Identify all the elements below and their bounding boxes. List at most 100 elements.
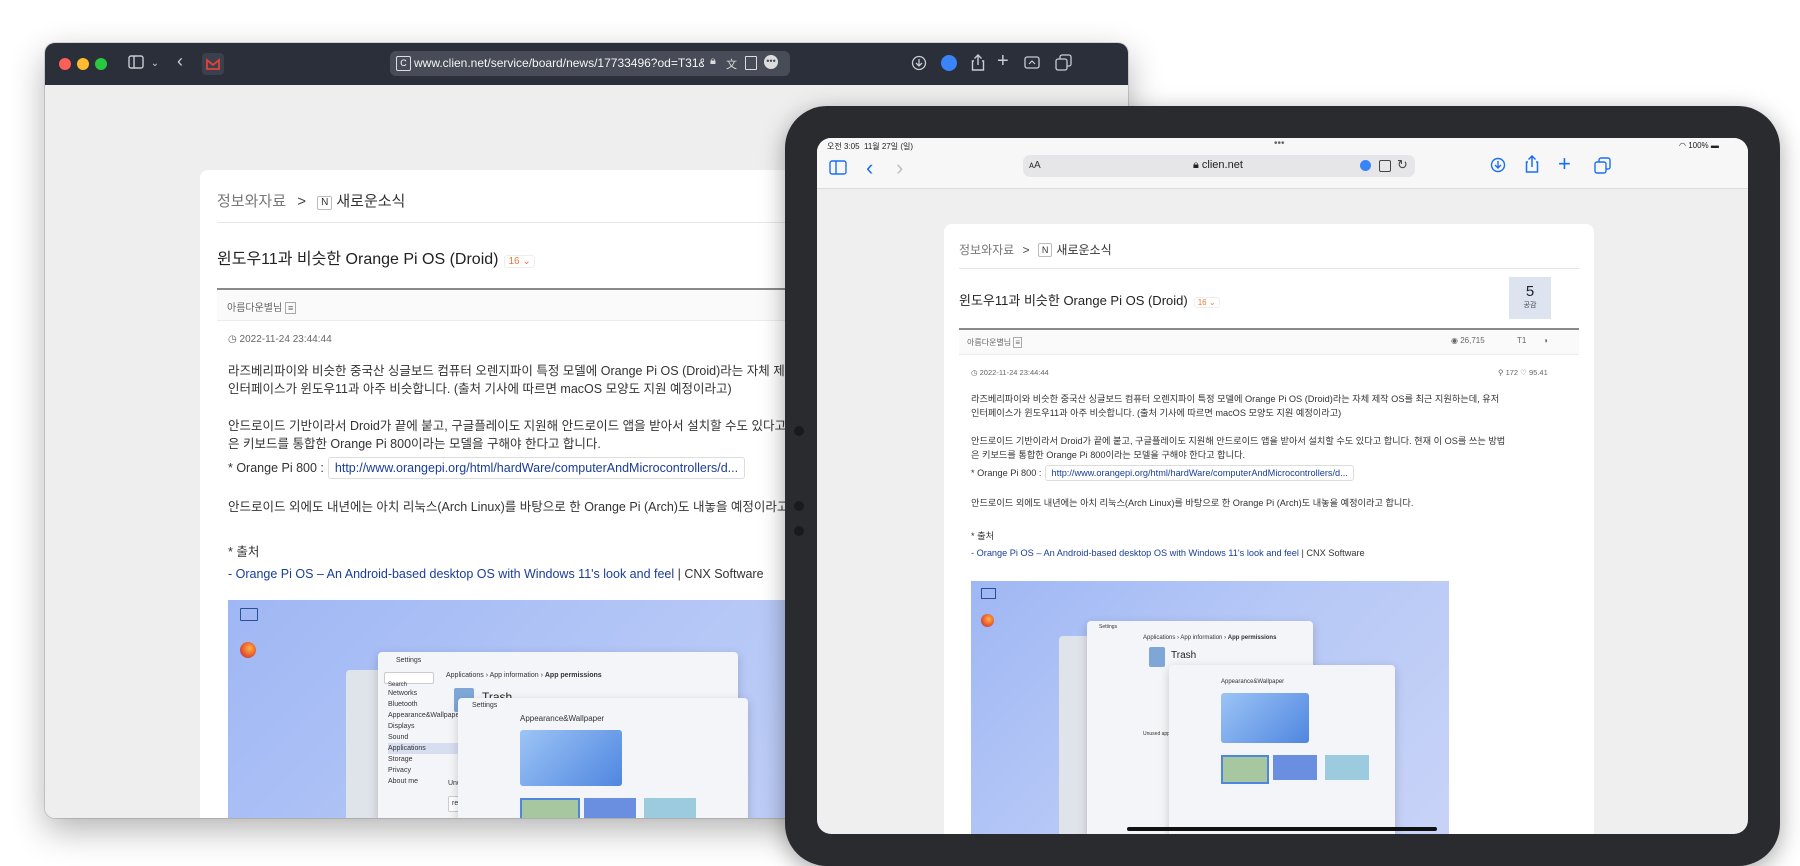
author-name[interactable]: 아름다운별님 ≡ xyxy=(227,299,297,314)
ipad-download-icon[interactable] xyxy=(1490,157,1506,178)
zoom-window-button[interactable] xyxy=(95,58,107,70)
site-favicon-icon: C xyxy=(396,56,411,71)
monitor-icon xyxy=(240,608,258,621)
ipad-share-icon[interactable] xyxy=(1525,154,1539,178)
ipad-sidebar-icon[interactable] xyxy=(829,160,847,180)
post-date-text: 2022-11-24 23:44:44 xyxy=(239,334,332,345)
contrast-icon[interactable]: ◑ xyxy=(1543,336,1548,345)
close-window-button[interactable] xyxy=(59,58,71,70)
battery-text: 100% xyxy=(1688,141,1709,150)
share-icon[interactable] xyxy=(971,54,985,75)
ipad-source-suffix: | CNX Software xyxy=(1298,548,1365,558)
like-count: 5 xyxy=(1525,283,1535,300)
source-label: * 출처 xyxy=(228,545,260,559)
screen-icon[interactable] xyxy=(1024,56,1040,73)
translate-icon[interactable]: 文 xyxy=(726,56,737,72)
ip-info-text: 172 ♡ 95.41 xyxy=(1505,368,1548,377)
back-icon[interactable]: ‹ xyxy=(173,52,187,70)
ipad-wallpaper-thumb-1[interactable] xyxy=(1221,755,1269,784)
nav-displays[interactable]: Displays xyxy=(388,721,462,732)
article-title: 윈도우11과 비슷한 Orange Pi OS (Droid) 16 ⌄ xyxy=(217,245,535,269)
breadcrumb-root[interactable]: 정보와자료 xyxy=(217,193,286,210)
ipad-settings-title: Settings xyxy=(1099,624,1118,630)
settings-window-title: Settings xyxy=(396,657,422,664)
lock-icon: 🔒︎ xyxy=(710,55,716,67)
nav-privacy[interactable]: Privacy xyxy=(388,765,462,776)
new-tab-icon[interactable]: + xyxy=(997,51,1009,71)
ipad-breadcrumb-sep: > xyxy=(1022,243,1030,257)
comment-count-badge[interactable]: 16 ⌄ xyxy=(504,255,535,268)
status-battery: ◠ 100% ▬ xyxy=(1679,141,1719,150)
view-count-text: 26,715 xyxy=(1460,336,1485,345)
nav-bluetooth[interactable]: Bluetooth xyxy=(388,699,462,710)
nav-appearance[interactable]: Appearance&Wallpaper xyxy=(388,710,462,721)
ipad-forward-icon: › xyxy=(896,155,904,180)
memo-icon[interactable]: ≡ xyxy=(284,302,297,314)
more-icon[interactable]: ••• xyxy=(764,55,778,69)
breadcrumb-board[interactable]: 새로운소식 xyxy=(336,193,405,210)
reload-icon[interactable]: ↻ xyxy=(1397,157,1408,173)
ipad-comment-badge[interactable]: 16 ⌄ xyxy=(1193,297,1220,308)
ipad-domain-text: clien.net xyxy=(1201,159,1243,171)
wallpaper-thumb-2[interactable] xyxy=(584,798,636,818)
home-indicator[interactable] xyxy=(1127,827,1437,831)
status-time: 오전 3:05 11월 27일 (일) xyxy=(827,141,913,152)
like-box[interactable]: 5 공감 xyxy=(1509,277,1551,319)
sidebar-icon[interactable] xyxy=(127,55,145,73)
gmail-tab-icon[interactable] xyxy=(202,53,224,75)
address-bar[interactable]: C www.clien.net/service/board/news/17733… xyxy=(390,51,790,76)
text-size-button[interactable]: ᴀA xyxy=(1029,160,1041,171)
ipad-breadcrumb-board[interactable]: 새로운소식 xyxy=(1056,243,1111,257)
ipad-paragraph-1: 라즈베리파이와 비슷한 중국산 싱글보드 컴퓨터 오렌지파이 특정 모델에 Or… xyxy=(971,392,1499,420)
download-icon[interactable] xyxy=(911,55,927,75)
chevron-down-icon[interactable]: ⌄ xyxy=(149,56,161,72)
settings-crumb: Applications › App information › App per… xyxy=(446,672,602,679)
nav-sound[interactable]: Sound xyxy=(388,732,462,743)
font-size-button[interactable]: T1 xyxy=(1517,336,1526,345)
extension-icon[interactable] xyxy=(941,55,957,71)
ipad-tabs-icon[interactable] xyxy=(1594,157,1611,179)
ipad-author[interactable]: 아름다운별님 ≡ xyxy=(967,337,1023,348)
pencil-magnet-dot xyxy=(794,526,804,536)
settings-nav: Networks Bluetooth Appearance&Wallpaper … xyxy=(388,688,462,787)
ipad-wallpaper-thumb-3[interactable] xyxy=(1325,755,1369,780)
ipad-address-bar[interactable]: ᴀA 🔒︎ clien.net ↻ xyxy=(1023,155,1415,177)
ipad-article-card: 정보와자료 > N 새로운소식 윈도우11과 비슷한 Orange Pi OS (… xyxy=(944,224,1594,834)
breadcrumb-separator: > xyxy=(297,193,306,210)
ipad-comment-count: 16 xyxy=(1197,298,1207,307)
wallpaper-thumb-1[interactable] xyxy=(520,798,580,818)
nav-networks[interactable]: Networks xyxy=(388,688,462,699)
url-text: www.clien.net/service/board/news/1773349… xyxy=(414,56,704,70)
ipad-wallpaper-thumb-2[interactable] xyxy=(1273,755,1317,780)
minimize-window-button[interactable] xyxy=(77,58,89,70)
ipad-memo-icon[interactable]: ≡ xyxy=(1013,337,1023,348)
ipad-source-label: * 출처 xyxy=(971,531,995,541)
settings-search-input[interactable]: Search xyxy=(384,672,434,688)
ipad-paragraph-3: 안드로이드 외에도 내년에는 아치 리눅스(Arch Linux)를 바탕으로 … xyxy=(971,498,1414,508)
ipad-new-tab-icon[interactable]: + xyxy=(1558,151,1571,177)
multitask-dots[interactable]: ••• xyxy=(1274,138,1285,149)
ipad-orange-pi-link[interactable]: http://www.orangepi.org/html/hardWare/co… xyxy=(1045,465,1354,481)
firefox-icon xyxy=(240,642,256,658)
ipad-reader-icon[interactable] xyxy=(1379,160,1391,172)
ipad-meta-bar: 아름다운별님 ≡ ◉ 26,715 T1 ◑ xyxy=(959,330,1579,355)
ipad-crumb-perm: App permissions xyxy=(1227,635,1277,641)
ipad-appearance-window: Appearance&Wallpaper xyxy=(1169,665,1395,834)
ipad-source-link[interactable]: - Orange Pi OS – An Android-based deskto… xyxy=(971,548,1299,558)
nav-storage[interactable]: Storage xyxy=(388,754,462,765)
orange-pi-link[interactable]: http://www.orangepi.org/html/hardWare/co… xyxy=(327,457,746,479)
source-link[interactable]: - Orange Pi OS – An Android-based deskto… xyxy=(228,567,674,581)
ipad-firefox-icon xyxy=(981,614,994,627)
ipad-device: 오전 3:05 11월 27일 (일) ••• ◠ 100% ▬ ‹ › ᴀA … xyxy=(785,106,1780,866)
nav-applications[interactable]: Applications xyxy=(388,743,462,754)
breadcrumb: 정보와자료 > N 새로운소식 xyxy=(217,190,405,211)
ipad-extension-icon[interactable] xyxy=(1360,160,1371,171)
ipad-breadcrumb-root[interactable]: 정보와자료 xyxy=(959,243,1014,257)
ipad-post-date: ◷ 2022-11-24 23:44:44 xyxy=(971,368,1049,377)
tabs-icon[interactable] xyxy=(1055,54,1072,75)
wallpaper-thumb-3[interactable] xyxy=(644,798,696,818)
ipad-back-icon[interactable]: ‹ xyxy=(866,155,873,181)
ipad-p1-line-1: 라즈베리파이와 비슷한 중국산 싱글보드 컴퓨터 오렌지파이 특정 모델에 Or… xyxy=(971,394,1500,404)
ipad-appearance-heading: Appearance&Wallpaper xyxy=(1221,679,1285,685)
reader-icon[interactable] xyxy=(745,56,757,70)
